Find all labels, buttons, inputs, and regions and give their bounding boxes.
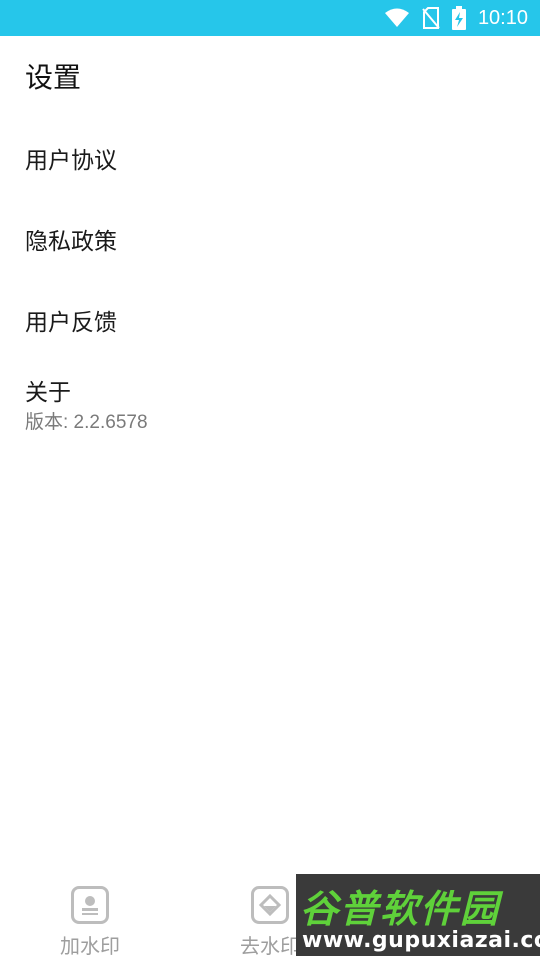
tab-label: 加水印 [60,934,120,958]
settings-item-user-agreement[interactable]: 用户协议 [0,121,540,201]
settings-item-label: 用户协议 [25,148,117,174]
settings-item-label: 隐私政策 [25,229,117,255]
settings-item-label: 用户反馈 [25,310,117,336]
status-bar: 10:10 [0,0,540,36]
watermark-url: www.gupuxiazai.com [302,928,540,953]
eraser-icon [251,886,289,924]
settings-item-label: 关于 [25,380,71,406]
stamp-icon [71,886,109,924]
watermark-title: 谷普软件园 [300,887,501,931]
wifi-icon [384,8,410,28]
tab-add-watermark[interactable]: 加水印 [0,872,180,960]
settings-item-about[interactable]: 关于 版本: 2.2.6578 [0,377,540,457]
version-text: 版本: 2.2.6578 [25,412,148,433]
settings-screen: 10:10 设置 用户协议 隐私政策 用户反馈 关于 版本: 2.2.6578 … [0,0,540,960]
battery-charging-icon [451,6,466,30]
no-sim-icon [422,7,440,29]
settings-item-privacy-policy[interactable]: 隐私政策 [0,202,540,282]
page-title: 设置 [25,61,82,94]
status-time: 10:10 [477,6,528,29]
tab-label: 去水印 [240,934,300,958]
settings-item-user-feedback[interactable]: 用户反馈 [0,283,540,363]
site-watermark: 谷普软件园 www.gupuxiazai.com [296,874,540,956]
